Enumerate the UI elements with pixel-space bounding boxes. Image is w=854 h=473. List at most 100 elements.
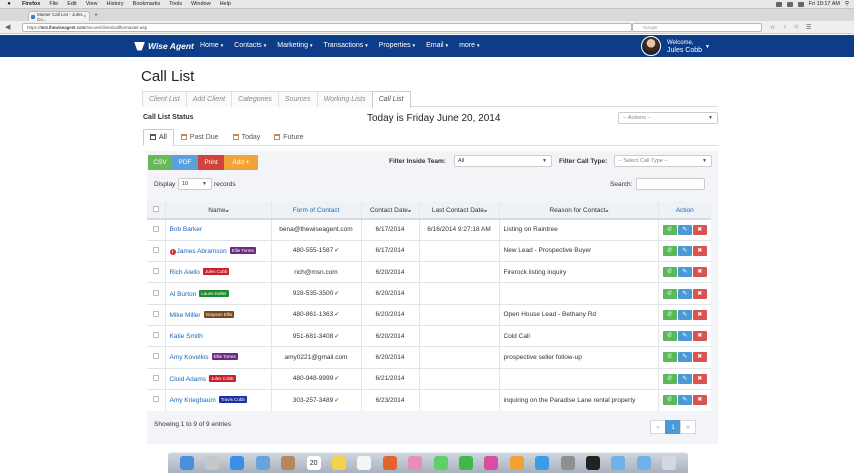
menu-help[interactable]: Help (220, 1, 231, 7)
wifi-icon[interactable] (775, 1, 782, 7)
photos-icon[interactable] (408, 456, 423, 470)
finder-icon[interactable] (179, 456, 194, 470)
row-checkbox[interactable] (152, 289, 159, 296)
select-all-checkbox[interactable] (152, 206, 159, 212)
trash-icon[interactable]: ✖ (692, 352, 707, 363)
phone-icon[interactable]: ✆ (662, 331, 677, 342)
page-1-button[interactable]: 1 (665, 420, 681, 434)
browser-search[interactable]: Google (632, 23, 762, 32)
tab-add-client[interactable]: Add Client (185, 91, 233, 107)
back-icon[interactable]: ◀ (5, 23, 10, 31)
edit-icon[interactable]: ✎ (677, 352, 692, 363)
tab-sources[interactable]: Sources (277, 91, 318, 107)
row-checkbox[interactable] (152, 396, 159, 403)
trash-icon[interactable]: ✖ (692, 309, 707, 320)
brand-logo[interactable]: Wise Agent (134, 41, 194, 51)
edit-icon[interactable]: ✎ (677, 288, 692, 299)
trash-icon[interactable]: ✖ (692, 224, 707, 235)
contacts-icon[interactable] (281, 456, 296, 470)
battery-icon[interactable] (797, 1, 804, 7)
menu-file[interactable]: File (49, 1, 58, 7)
preferences-icon[interactable] (560, 456, 575, 470)
contact-name-link[interactable]: Bob Barker (170, 226, 203, 233)
contact-name-link[interactable]: Mike Miller (170, 312, 201, 319)
user-welcome[interactable]: Welcome, Jules Cobb (667, 39, 702, 55)
contact-name-link[interactable]: James Abramson (177, 248, 227, 255)
spotlight-icon[interactable]: ⚲ (845, 1, 849, 7)
trash-icon[interactable]: ✖ (692, 395, 707, 406)
filter-tab-future[interactable]: Future (267, 129, 310, 146)
phone-icon[interactable]: ✆ (662, 373, 677, 384)
close-tab-icon[interactable]: × (83, 14, 86, 20)
phone-icon[interactable]: ✆ (662, 309, 677, 320)
folder-icon[interactable] (611, 456, 626, 470)
contact-name-link[interactable]: Amy Kriegbaum (170, 397, 216, 404)
browser-tab[interactable]: Master Call List - Jules Co... × (28, 11, 90, 22)
phone-icon[interactable]: ✆ (662, 395, 677, 406)
row-checkbox[interactable] (152, 332, 159, 339)
col-last-contact-date[interactable]: Last Contact Date (418, 202, 499, 220)
row-checkbox[interactable] (152, 374, 159, 381)
safari-icon[interactable] (230, 456, 245, 470)
pdf-button[interactable]: PDF (172, 155, 198, 170)
row-checkbox[interactable] (152, 225, 159, 232)
trash-icon[interactable]: ✖ (692, 245, 707, 256)
nav-home[interactable]: Home▼ (200, 42, 224, 49)
col-form-of-contact[interactable]: Form of Contact (270, 202, 361, 220)
avatar[interactable] (641, 36, 661, 56)
edit-icon[interactable]: ✎ (677, 224, 692, 235)
nav-contacts[interactable]: Contacts▼ (234, 42, 267, 49)
search-input[interactable] (636, 178, 705, 190)
filter-tab-all[interactable]: All (143, 129, 174, 146)
prev-page-button[interactable]: « (650, 420, 666, 434)
home-icon[interactable]: ⌂ (794, 24, 798, 31)
menu-tools[interactable]: Tools (169, 1, 182, 7)
contact-name-link[interactable]: Katie Smith (170, 333, 203, 340)
launchpad-icon[interactable] (205, 456, 220, 470)
mail-icon[interactable] (255, 456, 270, 470)
menu-firefox[interactable]: Firefox (22, 1, 40, 7)
phone-icon[interactable]: ✆ (662, 224, 677, 235)
nav-marketing[interactable]: Marketing▼ (277, 42, 313, 49)
phone-icon[interactable]: ✆ (662, 352, 677, 363)
add-button[interactable]: Add + (224, 155, 258, 170)
messages-icon[interactable] (433, 456, 448, 470)
edit-icon[interactable]: ✎ (677, 331, 692, 342)
contact-name-link[interactable]: Cloid Adams (170, 376, 207, 383)
tab-categories[interactable]: Categories (231, 91, 279, 107)
col-name[interactable]: Name (164, 202, 271, 220)
contact-name-link[interactable]: Amy Kovelkis (170, 354, 209, 361)
print-button[interactable]: Print (198, 155, 224, 170)
filter-tab-today[interactable]: Today (226, 129, 268, 146)
calendar-icon[interactable]: 20 (306, 456, 321, 470)
row-checkbox[interactable] (152, 268, 159, 275)
menu-history[interactable]: History (107, 1, 124, 7)
filter-tab-past-due[interactable]: Past Due (174, 129, 226, 146)
facetime-icon[interactable] (458, 456, 473, 470)
notes-icon[interactable] (332, 456, 347, 470)
downloads-icon[interactable]: ↓ (783, 24, 786, 31)
csv-button[interactable]: CSV (148, 155, 172, 170)
contact-name-link[interactable]: Rich Aiello (170, 269, 200, 276)
reminders-icon[interactable] (357, 456, 372, 470)
edit-icon[interactable]: ✎ (677, 309, 692, 320)
tab-call-list[interactable]: Call List (371, 91, 411, 108)
filter-call-type-select[interactable]: -- Select Call Type -- ▼ (614, 155, 712, 167)
new-tab-icon[interactable]: + (94, 12, 98, 19)
url-bar[interactable]: https://test.thewiseagent.com/secure/cli… (22, 23, 632, 32)
nav-transactions[interactable]: Transactions▼ (323, 42, 368, 49)
next-page-button[interactable]: » (680, 420, 696, 434)
downloads-icon[interactable] (636, 456, 651, 470)
display-count-select[interactable]: 10 ▼ (178, 178, 212, 190)
trash-icon[interactable]: ✖ (692, 267, 707, 278)
user-menu-chevron-icon[interactable]: ▼ (705, 44, 710, 50)
nav-email[interactable]: Email▼ (426, 42, 449, 49)
menu-bookmarks[interactable]: Bookmarks (133, 1, 161, 7)
edit-icon[interactable]: ✎ (677, 395, 692, 406)
menu-window[interactable]: Window (191, 1, 211, 7)
edit-icon[interactable]: ✎ (677, 245, 692, 256)
nav-properties[interactable]: Properties▼ (379, 42, 416, 49)
apple-icon[interactable]: ● (5, 1, 13, 7)
tab-client-list[interactable]: Client List (142, 91, 187, 107)
edit-icon[interactable]: ✎ (677, 373, 692, 384)
